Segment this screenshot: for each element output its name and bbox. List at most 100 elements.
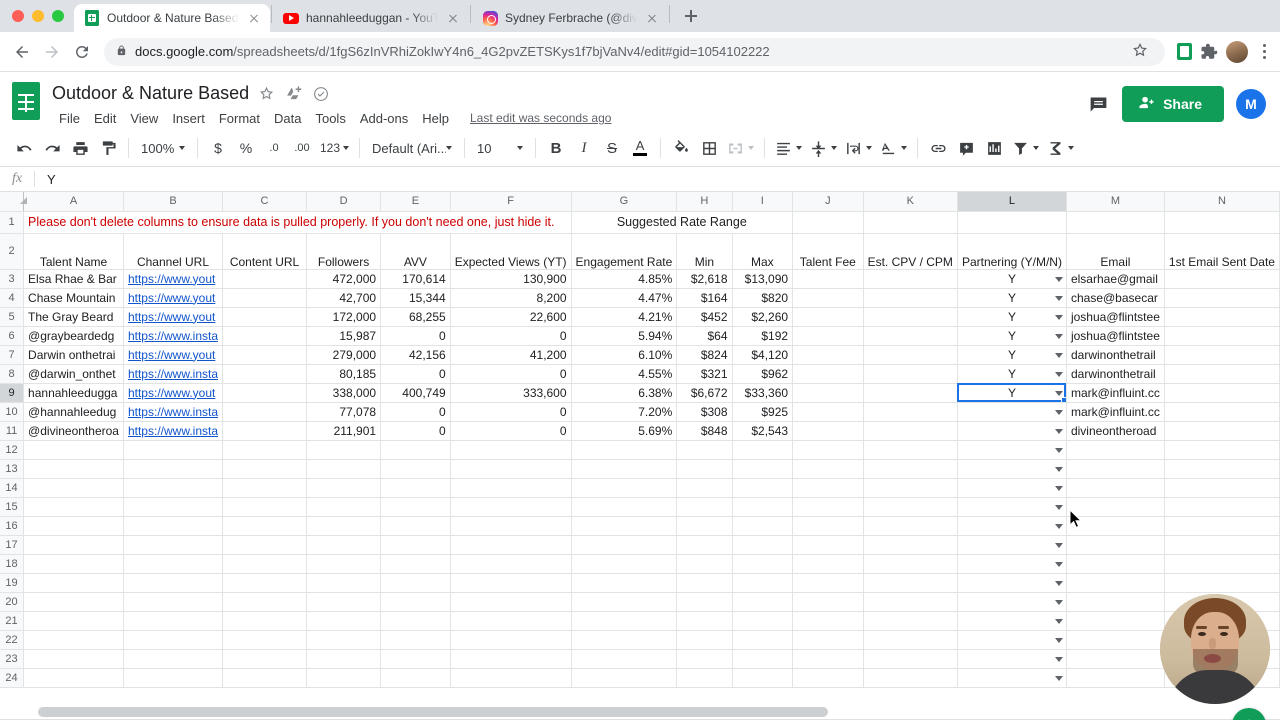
cell-min[interactable] [677,668,732,687]
cell-max[interactable] [732,573,793,592]
cell-partnering[interactable] [957,554,1066,573]
cell-talent-fee[interactable] [793,516,864,535]
chevron-down-icon[interactable] [1055,296,1063,301]
cell-followers[interactable] [307,668,381,687]
cell-partnering[interactable]: Y [957,307,1066,326]
cell-engagement-rate[interactable] [571,535,677,554]
cell-content-url[interactable] [223,364,307,383]
undo-icon[interactable] [10,134,38,162]
cell-engagement-rate[interactable]: 5.94% [571,326,677,345]
address-bar[interactable]: docs.google.com/spreadsheets/d/1fgS6zInV… [104,38,1165,66]
cell-min[interactable] [677,649,732,668]
cell-channel-url[interactable] [123,649,222,668]
row-header-15[interactable]: 15 [0,497,24,516]
cell-max[interactable]: $2,260 [732,307,793,326]
cell-talent-fee[interactable] [793,668,864,687]
menu-insert[interactable]: Insert [165,109,212,128]
filter-icon[interactable] [1008,134,1043,162]
bold-button[interactable]: B [542,134,570,162]
chevron-down-icon[interactable] [1055,600,1063,605]
cell-content-url[interactable] [223,307,307,326]
cell-avv[interactable]: 68,255 [381,307,451,326]
cell-est-cpv[interactable] [863,383,957,402]
cell-expected-views[interactable]: 0 [450,421,571,440]
cell-min[interactable] [677,459,732,478]
cell-max[interactable] [732,611,793,630]
menu-tools[interactable]: Tools [308,109,352,128]
cell-content-url[interactable] [223,535,307,554]
cell-expected-views[interactable] [450,592,571,611]
chevron-down-icon[interactable] [1055,372,1063,377]
cell-est-cpv[interactable] [863,421,957,440]
chevron-down-icon[interactable] [1055,676,1063,681]
chevron-down-icon[interactable] [1055,448,1063,453]
cell-content-url[interactable] [223,649,307,668]
cell-email[interactable] [1066,554,1164,573]
cell-K1[interactable] [863,211,957,233]
cell-avv[interactable]: 0 [381,402,451,421]
cell-max[interactable] [732,497,793,516]
row-header-14[interactable]: 14 [0,478,24,497]
cell-partnering[interactable] [957,402,1066,421]
chevron-down-icon[interactable] [1055,505,1063,510]
move-to-drive-icon[interactable] [285,85,303,103]
cell-talent-name[interactable] [24,592,124,611]
cell-engagement-rate[interactable] [571,497,677,516]
header-partnering[interactable]: Partnering (Y/M/N) [957,233,1066,269]
cell-avv[interactable]: 0 [381,364,451,383]
cell-email[interactable]: joshua@flintstee [1066,326,1164,345]
cell-content-url[interactable] [223,440,307,459]
cell-followers[interactable] [307,573,381,592]
cell-1st-email-date[interactable] [1164,554,1279,573]
header-email[interactable]: Email [1066,233,1164,269]
cell-partnering[interactable]: Y [957,383,1066,402]
header-talent-name[interactable]: Talent Name [24,233,124,269]
cell-avv[interactable] [381,630,451,649]
cell-followers[interactable] [307,554,381,573]
cell-engagement-rate[interactable] [571,459,677,478]
cell-min[interactable]: $308 [677,402,732,421]
cell-content-url[interactable] [223,326,307,345]
chevron-down-icon[interactable] [1055,429,1063,434]
cell-1st-email-date[interactable] [1164,269,1279,288]
cell-min[interactable]: $824 [677,345,732,364]
cell-min[interactable]: $452 [677,307,732,326]
cell-est-cpv[interactable] [863,649,957,668]
cell-email[interactable] [1066,668,1164,687]
cell-partnering[interactable]: Y [957,269,1066,288]
cell-engagement-rate[interactable] [571,478,677,497]
cell-expected-views[interactable]: 333,600 [450,383,571,402]
cell-1st-email-date[interactable] [1164,345,1279,364]
cell-min[interactable] [677,611,732,630]
cell-max[interactable]: $4,120 [732,345,793,364]
cell-talent-name[interactable]: @darwin_onthet [24,364,124,383]
cell-email[interactable] [1066,649,1164,668]
cell-content-url[interactable] [223,630,307,649]
print-icon[interactable] [66,134,94,162]
cell-est-cpv[interactable] [863,440,957,459]
select-all-corner[interactable] [0,192,24,211]
cell-avv[interactable]: 400,749 [381,383,451,402]
cell-channel-url[interactable]: https://www.yout [123,345,222,364]
cell-content-url[interactable] [223,573,307,592]
cell-engagement-rate[interactable] [571,668,677,687]
header-avv[interactable]: AVV [381,233,451,269]
column-header-I[interactable]: I [732,192,793,211]
cell-followers[interactable] [307,630,381,649]
cell-talent-fee[interactable] [793,364,864,383]
cell-channel-url[interactable] [123,516,222,535]
cell-1st-email-date[interactable] [1164,421,1279,440]
cell-followers[interactable] [307,440,381,459]
column-header-E[interactable]: E [381,192,451,211]
cell-1st-email-date[interactable] [1164,440,1279,459]
cell-talent-fee[interactable] [793,592,864,611]
cell-max[interactable] [732,478,793,497]
cell-avv[interactable] [381,649,451,668]
cell-est-cpv[interactable] [863,497,957,516]
cell-1st-email-date[interactable] [1164,383,1279,402]
cell-1st-email-date[interactable] [1164,402,1279,421]
column-header-M[interactable]: M [1066,192,1164,211]
cell-email[interactable] [1066,592,1164,611]
menu-edit[interactable]: Edit [87,109,123,128]
cell-min[interactable] [677,497,732,516]
